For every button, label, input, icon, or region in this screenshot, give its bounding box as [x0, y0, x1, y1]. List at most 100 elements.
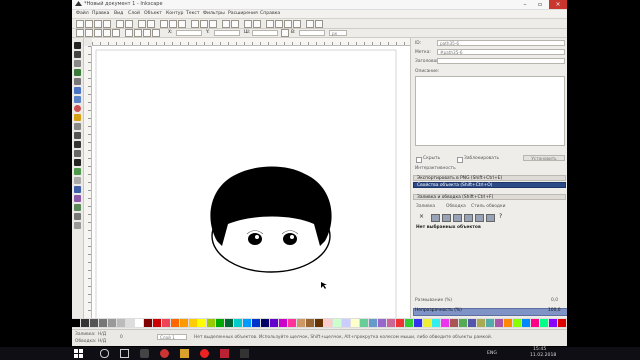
fill-indicator-value[interactable]: Н/Д [98, 332, 106, 337]
unset-paint-icon[interactable]: ? [499, 213, 502, 220]
inkscape-taskbar-icon[interactable] [240, 349, 249, 358]
swatch-moss[interactable] [459, 319, 467, 327]
label-field[interactable]: #path35-6 [437, 49, 565, 55]
swatch-indigo[interactable] [468, 319, 476, 327]
clock-time[interactable]: 15:45 [533, 347, 546, 352]
opacity-value[interactable]: 100,0 [548, 308, 561, 313]
set-button[interactable]: Установить [523, 155, 565, 161]
select-all-button[interactable] [76, 29, 84, 37]
swatch-orange[interactable] [171, 319, 179, 327]
tab-fill[interactable]: Заливка [416, 204, 435, 209]
fill-stroke-button[interactable] [266, 20, 274, 28]
lock-checkbox[interactable] [457, 157, 463, 163]
unit-select[interactable]: px [329, 30, 347, 36]
swatch-lemon[interactable] [423, 319, 431, 327]
open-button[interactable] [85, 20, 93, 28]
swatch-gray-10[interactable] [126, 319, 134, 327]
stroke-indicator-value[interactable]: Н/Д [98, 339, 106, 344]
opera-browser-icon[interactable] [160, 349, 169, 358]
swatch-red-light[interactable] [162, 319, 170, 327]
undo-button[interactable] [138, 20, 146, 28]
swatch-tangerine[interactable] [504, 319, 512, 327]
menu-object[interactable]: Объект [144, 11, 162, 16]
minimize-button[interactable]: – [518, 0, 532, 9]
tab-stroke-style[interactable]: Стиль обводки [471, 204, 505, 209]
preferences-button[interactable] [306, 20, 314, 28]
spiral-tool-icon[interactable] [74, 123, 81, 130]
menu-help[interactable]: Справка [260, 11, 280, 16]
ellipse-tool-icon[interactable] [74, 105, 81, 112]
swatch-yellow[interactable] [198, 319, 206, 327]
lower-to-bottom-button[interactable] [134, 29, 142, 37]
menu-text[interactable]: Текст [186, 11, 200, 16]
swatch-lime[interactable] [207, 319, 215, 327]
swatch-blue[interactable] [252, 319, 260, 327]
menu-extensions[interactable]: Расширения [228, 11, 258, 16]
swatch-lavender[interactable] [342, 319, 350, 327]
export-button[interactable] [125, 20, 133, 28]
camera-app-icon[interactable] [140, 349, 149, 358]
select-tool-icon[interactable] [74, 42, 81, 49]
pattern-icon[interactable] [475, 214, 484, 222]
redo-button[interactable] [147, 20, 155, 28]
layer-select[interactable]: Слой 1 [157, 334, 187, 340]
print-button[interactable] [103, 20, 111, 28]
import-button[interactable] [116, 20, 124, 28]
pencil-tool-icon[interactable] [74, 132, 81, 139]
description-textarea[interactable] [415, 76, 565, 146]
menu-edit[interactable]: Правка [92, 11, 109, 16]
swatch-plum[interactable] [495, 319, 503, 327]
file-explorer-icon[interactable] [180, 349, 189, 358]
cut-button[interactable] [169, 20, 177, 28]
title-field[interactable] [437, 58, 565, 64]
id-field[interactable]: path35-6 [437, 40, 565, 46]
swatch-brick[interactable] [450, 319, 458, 327]
duplicate-button[interactable] [222, 20, 230, 28]
x-field[interactable] [176, 30, 202, 36]
swatch-aqua[interactable] [432, 319, 440, 327]
opacity-indicator[interactable]: 0 [120, 335, 123, 340]
swatch-gray-50[interactable] [99, 319, 107, 327]
text-font-button[interactable] [275, 20, 283, 28]
maximize-button[interactable]: ▫ [533, 0, 547, 9]
interactivity-expander[interactable]: Интерактивность [415, 166, 456, 171]
3d-box-tool-icon[interactable] [74, 96, 81, 103]
swatch-green[interactable] [216, 319, 224, 327]
windows-start-icon[interactable] [74, 349, 83, 358]
swatch-fuchsia[interactable] [441, 319, 449, 327]
flip-horizontal-button[interactable] [103, 29, 111, 37]
lower-button[interactable] [152, 29, 160, 37]
connector-tool-icon[interactable] [74, 222, 81, 229]
swatch-gray-40[interactable] [108, 319, 116, 327]
swatch-olive[interactable] [477, 319, 485, 327]
swatch-grass[interactable] [405, 319, 413, 327]
linear-gradient-icon[interactable] [442, 214, 451, 222]
object-properties-section[interactable]: Свойства объекта (Shift+Ctrl+O) [413, 182, 566, 188]
swatch-spring[interactable] [540, 319, 548, 327]
swatch-royal[interactable] [414, 319, 422, 327]
swatch-gold[interactable] [189, 319, 197, 327]
search-icon[interactable] [100, 349, 109, 358]
swatch-dark-green[interactable] [225, 319, 233, 327]
eraser-tool-icon[interactable] [74, 177, 81, 184]
rotate-cw-button[interactable] [94, 29, 102, 37]
swatch-gray-80[interactable] [81, 319, 89, 327]
swatch-orchid[interactable] [378, 319, 386, 327]
swatch-seafoam[interactable] [360, 319, 368, 327]
zoom-selection-button[interactable] [191, 20, 199, 28]
paste-button[interactable] [178, 20, 186, 28]
ungroup-button[interactable] [253, 20, 261, 28]
raise-to-top-button[interactable] [125, 29, 133, 37]
swatch-azure[interactable] [522, 319, 530, 327]
swatch-black[interactable] [72, 319, 80, 327]
swatch-pink[interactable] [288, 319, 296, 327]
copy-button[interactable] [160, 20, 168, 28]
xml-editor-button[interactable] [284, 20, 292, 28]
mesh-tool-icon[interactable] [74, 204, 81, 211]
close-button[interactable]: × [549, 0, 567, 9]
swatch-white[interactable] [135, 319, 143, 327]
bucket-tool-icon[interactable] [74, 186, 81, 193]
radial-gradient-icon[interactable] [453, 214, 462, 222]
spray-tool-icon[interactable] [74, 168, 81, 175]
swatch-magenta[interactable] [279, 319, 287, 327]
